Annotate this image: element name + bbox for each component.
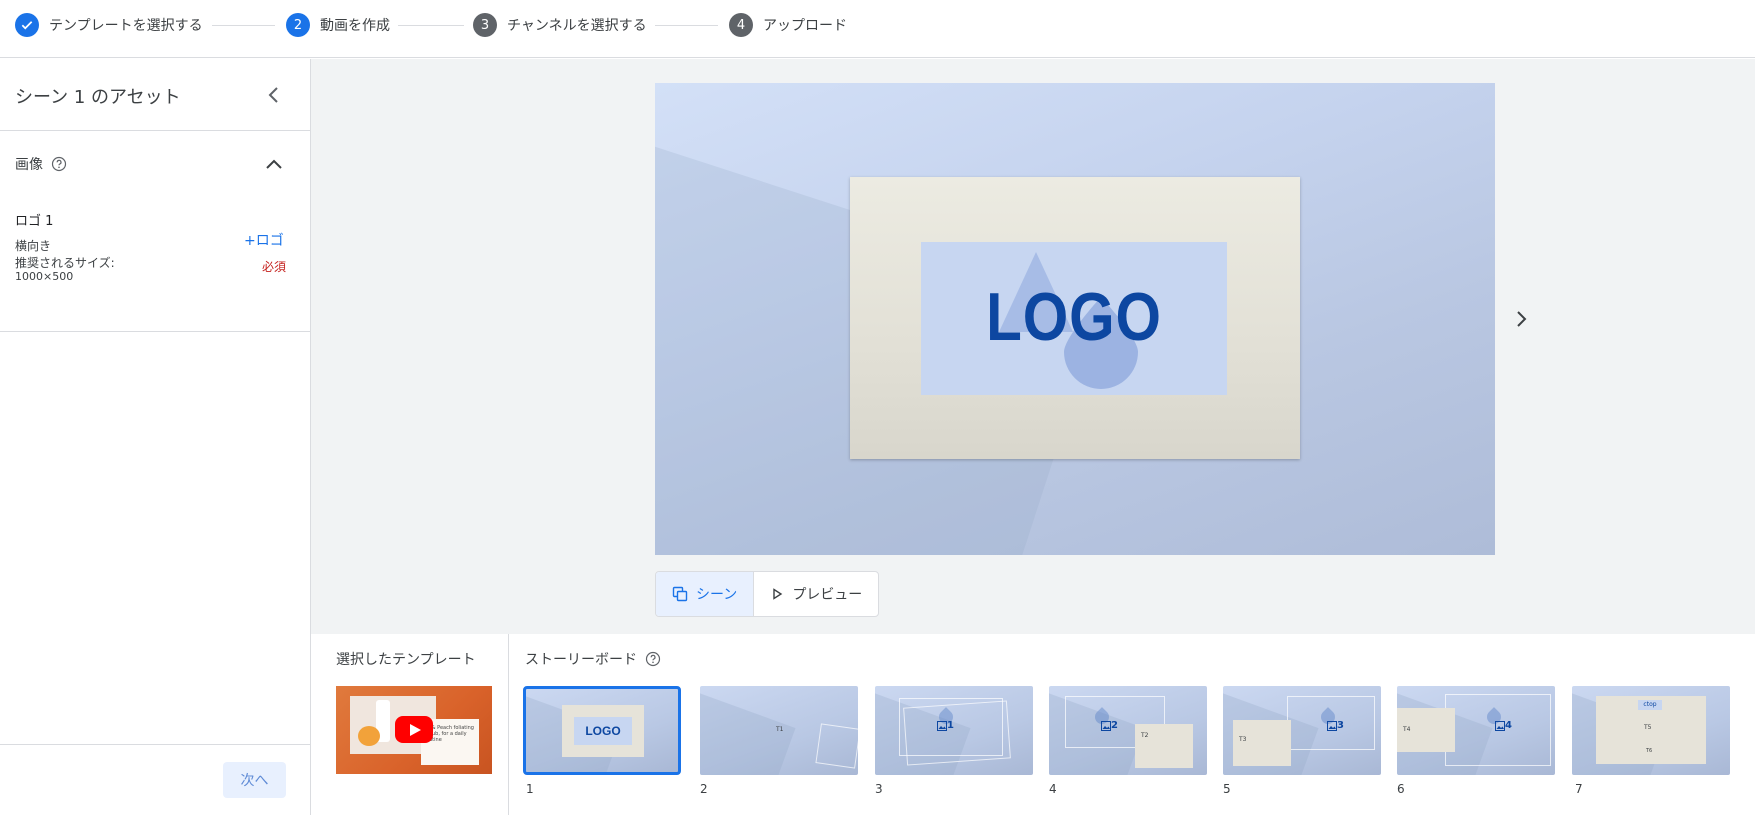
selected-template-section: 選択したテンプレート ey & Peach foliating Scrub, f… <box>311 634 509 815</box>
play-icon <box>773 588 783 600</box>
step-upload[interactable]: 4 アップロード <box>729 13 847 37</box>
step-number: 4 <box>729 13 753 37</box>
step-number: 2 <box>286 13 310 37</box>
storyboard-label: ストーリーボード <box>525 652 637 668</box>
recommended-size: 1000×500 <box>15 270 74 283</box>
image-slot-badge: 1 <box>937 720 954 731</box>
step-label: アップロード <box>763 18 847 34</box>
image-slot-badge: 4 <box>1495 720 1512 731</box>
scene-tag: ctop <box>1638 700 1662 710</box>
chevron-up-icon[interactable] <box>262 153 286 177</box>
image-slot-badge: 3 <box>1327 720 1344 731</box>
copy-icon <box>672 586 688 602</box>
storyboard-title: ストーリーボード <box>525 649 661 669</box>
asset-name: ロゴ 1 <box>15 214 54 229</box>
storyboard-scene-2[interactable]: T1 <box>700 686 858 775</box>
assets-panel: シーン 1 のアセット 画像 ロゴ 1 横向き 推奨されるサイズ: 1000×5… <box>0 59 311 815</box>
image-icon <box>1327 720 1337 731</box>
scene-number: 1 <box>526 782 534 796</box>
scene-card: T3 <box>1233 720 1291 766</box>
panel-title: シーン 1 のアセット <box>15 87 181 108</box>
progress-stepper: テンプレートを選択する 2 動画を作成 3 チャンネルを選択する 4 アップロー… <box>0 0 1755 58</box>
step-label: チャンネルを選択する <box>507 18 647 34</box>
images-section-header: 画像 <box>15 154 67 174</box>
storyboard-scene-6[interactable]: 4 T4 <box>1397 686 1555 775</box>
asset-orientation: 横向き <box>15 239 52 253</box>
storyboard-scene-7[interactable]: ctop T5 T6 <box>1572 686 1730 775</box>
scene-card: T4 <box>1397 708 1455 752</box>
step-connector <box>655 25 718 26</box>
chevron-left-icon[interactable] <box>262 83 286 107</box>
logo-text: LOGO <box>986 279 1162 355</box>
recommended-size-label: 推奨されるサイズ: <box>15 256 115 270</box>
help-icon[interactable] <box>51 156 67 172</box>
bottom-strip: 選択したテンプレート ey & Peach foliating Scrub, f… <box>311 634 1755 815</box>
scene-number: 5 <box>1223 782 1231 796</box>
selected-template-title: 選択したテンプレート <box>336 652 476 668</box>
preview-button[interactable]: プレビュー <box>754 572 878 616</box>
storyboard-scene-3[interactable]: 1 <box>875 686 1033 775</box>
storyboard-scene-4[interactable]: 2 T2 <box>1049 686 1207 775</box>
scene-view-label: シーン <box>696 587 738 603</box>
check-icon <box>15 13 39 37</box>
image-slot-number: 2 <box>1111 720 1118 731</box>
image-icon <box>1495 720 1505 731</box>
scene-text: T1 <box>776 726 784 733</box>
next-button[interactable]: 次へ <box>223 762 286 798</box>
scene-number: 6 <box>1397 782 1405 796</box>
scene-view-button[interactable]: シーン <box>656 572 755 616</box>
image-slot-number: 4 <box>1505 720 1512 731</box>
template-thumbnail[interactable]: ey & Peach foliating Scrub, for a daily … <box>336 686 492 774</box>
scene-text: T4 <box>1403 726 1411 733</box>
step-select-channel[interactable]: 3 チャンネルを選択する <box>473 13 647 37</box>
scene-card: ctop T5 T6 <box>1596 696 1706 764</box>
step-connector <box>398 25 464 26</box>
scene-card: T2 <box>1135 724 1193 768</box>
scene-number: 7 <box>1575 782 1583 796</box>
image-slot-number: 1 <box>947 720 954 731</box>
image-slot-number: 3 <box>1337 720 1344 731</box>
scene-text: T6 <box>1646 748 1653 754</box>
scene-card: LOGO <box>562 705 644 757</box>
scene-number: 4 <box>1049 782 1057 796</box>
scene-editor: LOGO シーン プレビュー <box>311 59 1755 634</box>
scene-number: 2 <box>700 782 708 796</box>
logo-placeholder[interactable]: LOGO <box>921 242 1227 395</box>
youtube-play-icon <box>395 716 433 743</box>
logo-card: LOGO <box>850 177 1300 459</box>
scene-text: T2 <box>1141 732 1149 739</box>
scene-text: T5 <box>1644 724 1652 731</box>
step-connector <box>212 25 275 26</box>
required-label: 必須 <box>262 260 287 274</box>
scene-number: 3 <box>875 782 883 796</box>
scene-frame <box>903 700 1011 766</box>
divider <box>0 331 310 332</box>
storyboard-scene-1[interactable]: LOGO <box>523 686 681 775</box>
preview-label: プレビュー <box>792 587 863 603</box>
step-select-template[interactable]: テンプレートを選択する <box>15 13 203 37</box>
add-logo-button[interactable]: +ロゴ <box>244 230 284 250</box>
image-slot-badge: 2 <box>1101 720 1118 731</box>
image-icon <box>1101 720 1111 731</box>
scene-logo: LOGO <box>574 717 632 745</box>
images-section-label: 画像 <box>15 157 43 173</box>
step-number: 3 <box>473 13 497 37</box>
storyboard-scene-5[interactable]: 3 T3 <box>1223 686 1381 775</box>
scene-text: T3 <box>1239 736 1247 743</box>
view-toggle: シーン プレビュー <box>655 571 880 617</box>
divider <box>0 744 310 745</box>
step-create-video[interactable]: 2 動画を作成 <box>286 13 390 37</box>
scene-frame <box>815 723 858 769</box>
help-icon[interactable] <box>645 651 661 667</box>
chevron-right-icon[interactable] <box>1509 307 1533 331</box>
peach-image <box>358 726 380 746</box>
image-icon <box>937 720 947 731</box>
step-label: 動画を作成 <box>320 18 390 34</box>
scene-canvas[interactable]: LOGO <box>655 83 1495 555</box>
step-label: テンプレートを選択する <box>49 18 203 34</box>
assets-panel-header: シーン 1 のアセット <box>0 59 310 131</box>
